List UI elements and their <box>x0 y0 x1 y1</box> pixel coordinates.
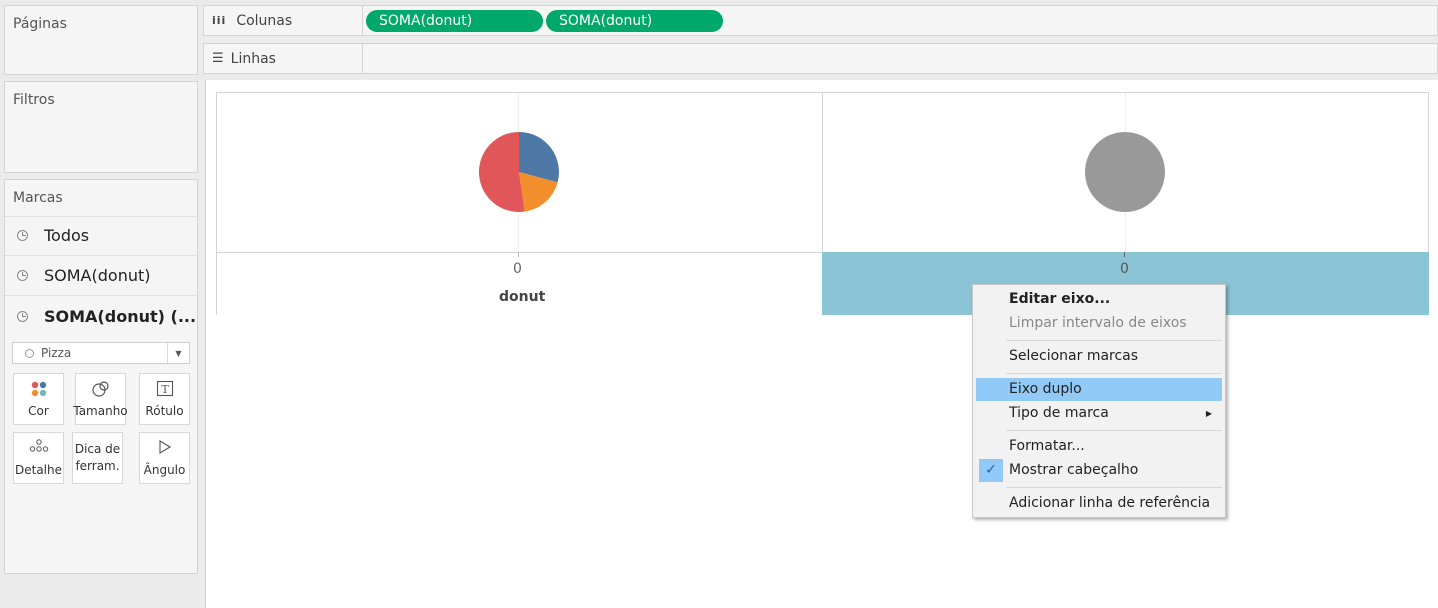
axis-context-menu: Editar eixo... Limpar intervalo de eixos… <box>972 284 1226 518</box>
marks-row-soma-donut[interactable]: SOMA(donut) <box>5 256 197 296</box>
angle-button-label: Ângulo <box>143 463 186 477</box>
detail-button[interactable]: Detalhe <box>13 432 64 484</box>
size-button[interactable]: Tamanho <box>73 373 128 425</box>
mark-type-dropdown[interactable]: Pizza ▼ <box>12 342 190 364</box>
color-button[interactable]: Cor <box>13 373 64 425</box>
menu-edit-axis[interactable]: Editar eixo... <box>976 288 1222 311</box>
left-axis[interactable]: 0 donut <box>216 252 823 315</box>
detail-button-label: Detalhe <box>14 463 62 477</box>
rows-shelf[interactable] <box>363 43 1438 74</box>
filters-title: Filtros <box>13 92 55 108</box>
menu-separator <box>1006 373 1222 374</box>
menu-show-header[interactable]: ✓ Mostrar cabeçalho <box>976 459 1222 482</box>
tooltip-button-label: Dica de ferram. <box>74 442 121 473</box>
menu-clear-axis-range[interactable]: Limpar intervalo de eixos <box>976 312 1222 335</box>
rows-shelf-label: ☰ Linhas <box>203 43 363 74</box>
angle-icon <box>158 440 171 454</box>
marks-row-label: SOMA(donut) (... <box>44 306 197 326</box>
pie-slice-red[interactable] <box>479 132 525 212</box>
size-icon <box>91 381 109 397</box>
columns-shelf[interactable]: SOMA(donut) SOMA(donut) <box>363 5 1438 36</box>
svg-text:T: T <box>161 383 169 396</box>
size-button-label: Tamanho <box>73 404 128 418</box>
pie-chart-mark[interactable] <box>479 132 559 212</box>
left-axis-tick: 0 <box>513 261 522 277</box>
label-button[interactable]: T Rótulo <box>139 373 190 425</box>
menu-format[interactable]: Formatar... <box>976 435 1222 458</box>
marks-row-soma-donut-2[interactable]: SOMA(donut) (... <box>5 296 197 336</box>
rows-label: Linhas <box>230 50 276 67</box>
marks-row-label: Todos <box>44 226 90 245</box>
marks-panel: Marcas Todos SOMA(donut) SOMA(donut) (..… <box>4 179 198 574</box>
marks-row-all[interactable]: Todos <box>5 216 197 256</box>
rows-list-icon: ☰ <box>212 51 224 66</box>
menu-dual-axis[interactable]: Eixo duplo <box>976 378 1222 401</box>
right-axis-tick: 0 <box>1120 261 1129 277</box>
chevron-down-icon[interactable]: ▼ <box>167 343 189 363</box>
tooltip-button[interactable]: Dica de ferram. <box>72 432 123 484</box>
menu-mark-type-label: Tipo de marca <box>1009 405 1109 421</box>
menu-show-header-label: Mostrar cabeçalho <box>1009 462 1139 478</box>
gray-circle-mark[interactable] <box>1085 132 1165 212</box>
column-pill-2[interactable]: SOMA(donut) <box>546 10 723 32</box>
columns-shelf-label: iii Colunas <box>203 5 363 36</box>
label-button-label: Rótulo <box>145 404 184 418</box>
text-label-icon: T <box>156 380 173 397</box>
marks-title: Marcas <box>13 190 63 206</box>
pages-title: Páginas <box>13 16 67 32</box>
angle-button[interactable]: Ângulo <box>139 432 190 484</box>
menu-select-marks[interactable]: Selecionar marcas <box>976 345 1222 368</box>
detail-dots-icon <box>29 439 48 452</box>
columns-label: Colunas <box>236 12 293 29</box>
menu-mark-type[interactable]: Tipo de marca ▶ <box>976 402 1222 425</box>
color-dots-icon <box>31 381 46 397</box>
color-button-label: Cor <box>28 404 49 418</box>
pages-panel: Páginas <box>4 5 198 75</box>
axis-title[interactable]: donut <box>499 289 545 305</box>
viz-area: 0 donut 0 <box>205 80 1438 608</box>
menu-separator <box>1006 430 1222 431</box>
right-pane[interactable] <box>822 92 1429 253</box>
column-pill-1[interactable]: SOMA(donut) <box>366 10 543 32</box>
menu-separator <box>1006 487 1222 488</box>
submenu-arrow-icon: ▶ <box>1205 409 1212 418</box>
left-pane[interactable] <box>216 92 823 253</box>
pie-icon <box>25 348 34 358</box>
filters-panel: Filtros <box>4 81 198 173</box>
pie-icon <box>17 230 28 241</box>
mark-type-value: Pizza <box>41 346 72 360</box>
columns-icon: iii <box>212 14 227 27</box>
pie-icon <box>17 310 28 322</box>
marks-row-label: SOMA(donut) <box>44 266 151 285</box>
menu-separator <box>1006 340 1222 341</box>
checkmark-icon: ✓ <box>979 459 1003 482</box>
pie-icon <box>17 270 28 281</box>
menu-add-reference-line[interactable]: Adicionar linha de referência <box>976 492 1222 515</box>
